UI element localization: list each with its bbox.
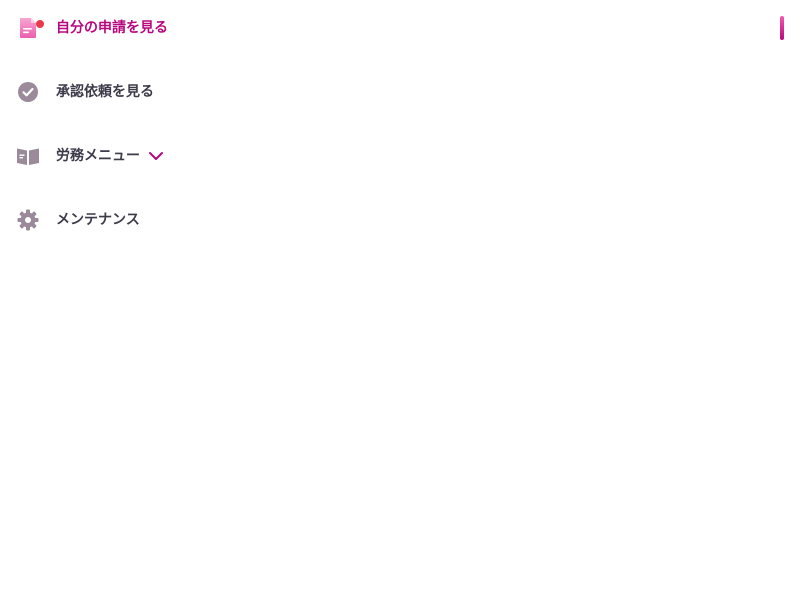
chevron-down-icon[interactable] [148, 148, 164, 164]
nav-item-my-applications[interactable]: 自分の申請を見る [0, 8, 800, 48]
side-navigation: 自分の申請を見る 承認依頼を見る 労務メニュー メンテナンス [0, 0, 800, 600]
nav-item-labor-menu[interactable]: 労務メニュー [0, 136, 800, 176]
nav-item-label: 労務メニュー [56, 148, 140, 164]
active-indicator [780, 16, 784, 40]
notification-badge [36, 20, 44, 28]
nav-item-maintenance[interactable]: メンテナンス [0, 200, 800, 240]
document-icon [16, 16, 40, 40]
open-book-icon [16, 144, 40, 168]
nav-item-label: 自分の申請を見る [56, 20, 168, 36]
gear-icon [16, 208, 40, 232]
nav-item-approval-requests[interactable]: 承認依頼を見る [0, 72, 800, 112]
nav-item-label: メンテナンス [56, 212, 140, 228]
check-circle-icon [16, 80, 40, 104]
nav-item-label: 承認依頼を見る [56, 84, 154, 100]
